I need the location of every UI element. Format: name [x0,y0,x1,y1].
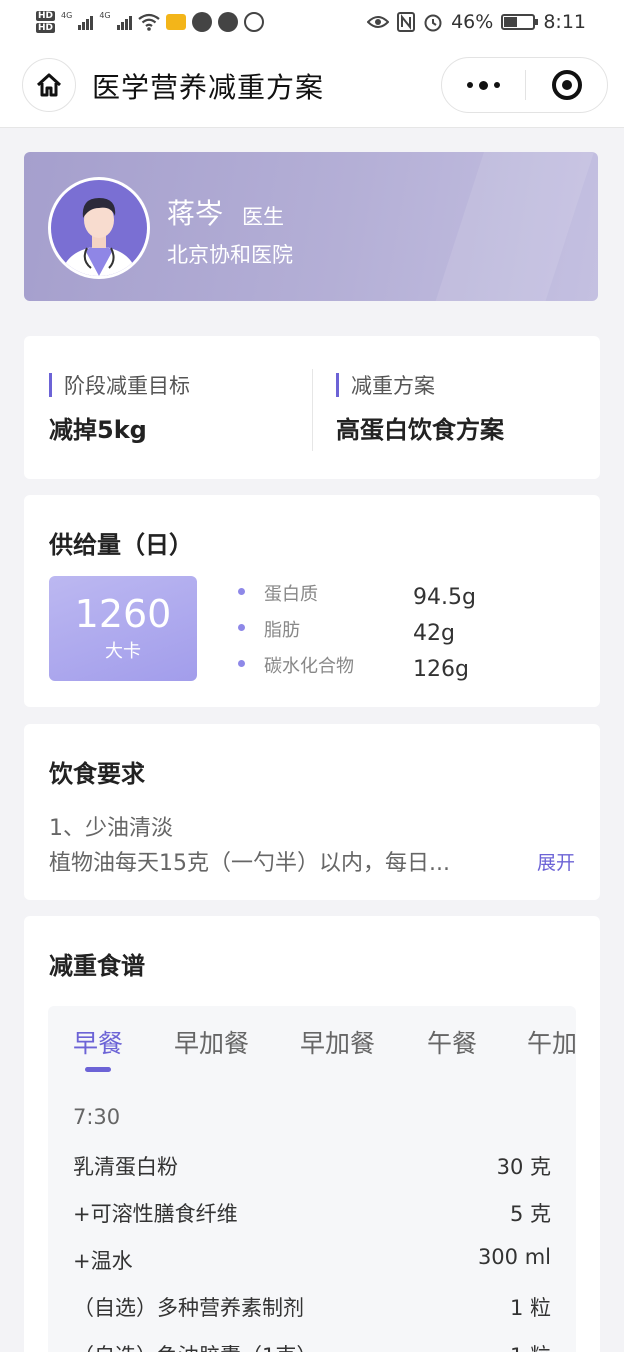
diet-item-text: 植物油每天15克（一勺半）以内，每日... [49,851,450,876]
food-row: +可溶性膳食纤维 5 克 [73,1198,551,1228]
stage-goal-value: 减掉5kg [49,416,147,444]
nutrient-name: 蛋白质 [264,584,318,605]
plan: 减重方案 高蛋白饮食方案 [336,372,504,445]
food-name: （自选）鱼油胶囊（1克） [73,1340,317,1352]
clock: 8:11 [543,11,586,33]
mail-icon [165,14,186,30]
calorie-box: 1260 大卡 [49,576,197,681]
food-name: （自选）多种营养素制剂 [73,1296,304,1320]
nutrient-value: 126g [413,656,469,682]
tab-morning-snack-2[interactable]: 早加餐 [300,1024,375,1060]
supply-title: 供给量（日） [49,531,193,559]
plan-label: 减重方案 [351,374,435,398]
bullet-icon [238,587,245,595]
food-name: +温水 [73,1249,133,1273]
meal-time: 7:30 [73,1105,121,1129]
nutrient-list: 蛋白质 94.5g 脂肪 42g 碳水化合物 126g [238,577,476,685]
food-amount: 5 克 [509,1202,551,1226]
accent-bar [49,373,52,397]
tab-morning-snack[interactable]: 早加餐 [174,1024,249,1060]
hand-icon [243,12,264,32]
more-button[interactable] [442,58,525,112]
food-amount: 300 ml [477,1245,551,1269]
diet-requirement-card: 饮食要求 1、少油清淡 植物油每天15克（一勺半）以内，每日... 展开 [24,724,600,900]
card-decoration [425,152,598,301]
stage-goal: 阶段减重目标 减掉5kg [49,372,190,445]
food-row: （自选）鱼油胶囊（1克） 1 粒 [73,1340,551,1352]
food-row: （自选）多种营养素制剂 1 粒 [73,1292,551,1322]
mini-program-capsule [441,57,608,113]
food-row: 乳清蛋白粉 30 克 [73,1151,551,1181]
network-label-2: 4G [99,11,111,20]
stage-goal-label: 阶段减重目标 [64,374,190,398]
nutrient-name: 碳水化合物 [264,656,354,677]
nutrient-value: 94.5g [413,584,476,610]
food-amount: 1 粒 [509,1296,551,1320]
wifi-icon [137,13,160,31]
nutrient-row: 蛋白质 94.5g [238,577,476,613]
nfc-icon [397,12,416,32]
nutrient-name: 脂肪 [264,620,300,641]
signal-icon-2 [116,14,132,30]
nutrient-row: 脂肪 42g [238,613,476,649]
navigation-bar: 医学营养减重方案 [0,44,624,128]
expand-link[interactable]: 展开 [537,848,575,875]
home-button[interactable] [22,58,76,112]
food-amount: 30 克 [496,1155,551,1179]
nutrient-row: 碳水化合物 126g [238,649,476,685]
calorie-unit: 大卡 [105,641,141,662]
target-icon [551,70,582,100]
recipe-panel: 早餐 早加餐 早加餐 午餐 午加 7:30 乳清蛋白粉 30 克 +可溶性膳食纤… [48,1006,576,1352]
recipe-card: 减重食谱 早餐 早加餐 早加餐 午餐 午加 7:30 乳清蛋白粉 30 克 +可… [24,916,600,1352]
hd-icon: HD HD [36,11,56,33]
doctor-name: 蒋岑 [167,197,224,230]
supply-card: 供给量（日） 1260 大卡 蛋白质 94.5g 脂肪 42g 碳水化合物 12… [24,495,600,707]
recipe-title: 减重食谱 [49,952,145,980]
meal-tabs: 早餐 早加餐 早加餐 午餐 午加 [48,1024,576,1074]
eye-icon [367,16,390,28]
food-row: +温水 300 ml [73,1245,551,1275]
network-label-1: 4G [61,11,73,20]
status-right: 46% 8:11 [367,11,586,33]
battery-percent: 46% [451,11,494,33]
nutrient-value: 42g [413,620,455,646]
status-left: HD HD 4G 4G [36,11,264,33]
tab-breakfast[interactable]: 早餐 [73,1024,123,1060]
app-notification-icon [191,12,212,32]
status-bar: HD HD 4G 4G 46% 8:11 [0,0,624,44]
plan-value: 高蛋白饮食方案 [336,416,504,444]
calorie-value: 1260 [74,592,172,636]
doctor-avatar-icon [51,180,147,276]
doctor-avatar [48,177,150,279]
diet-item-heading: 1、少油清淡 [49,816,173,841]
goal-divider [312,369,313,451]
bullet-icon [238,623,245,631]
chat-icon [217,12,238,32]
goal-card: 阶段减重目标 减掉5kg 减重方案 高蛋白饮食方案 [24,336,600,479]
food-name: +可溶性膳食纤维 [73,1202,238,1226]
tab-lunch[interactable]: 午餐 [427,1024,477,1060]
food-name: 乳清蛋白粉 [73,1155,178,1179]
bullet-icon [238,659,245,667]
page-title: 医学营养减重方案 [92,71,325,104]
doctor-title: 医生 [242,205,284,229]
home-icon [36,73,62,97]
diet-title: 饮食要求 [49,760,145,788]
signal-icon [78,14,94,30]
doctor-card: 蒋岑 医生 北京协和医院 [24,152,598,301]
alarm-icon [424,14,442,32]
battery-icon [501,14,539,30]
doctor-hospital: 北京协和医院 [167,243,293,267]
close-button[interactable] [526,58,607,112]
active-tab-indicator [85,1067,111,1072]
food-amount: 1 粒 [510,1340,551,1352]
tab-afternoon-snack[interactable]: 午加 [527,1024,576,1060]
accent-bar [336,373,339,397]
